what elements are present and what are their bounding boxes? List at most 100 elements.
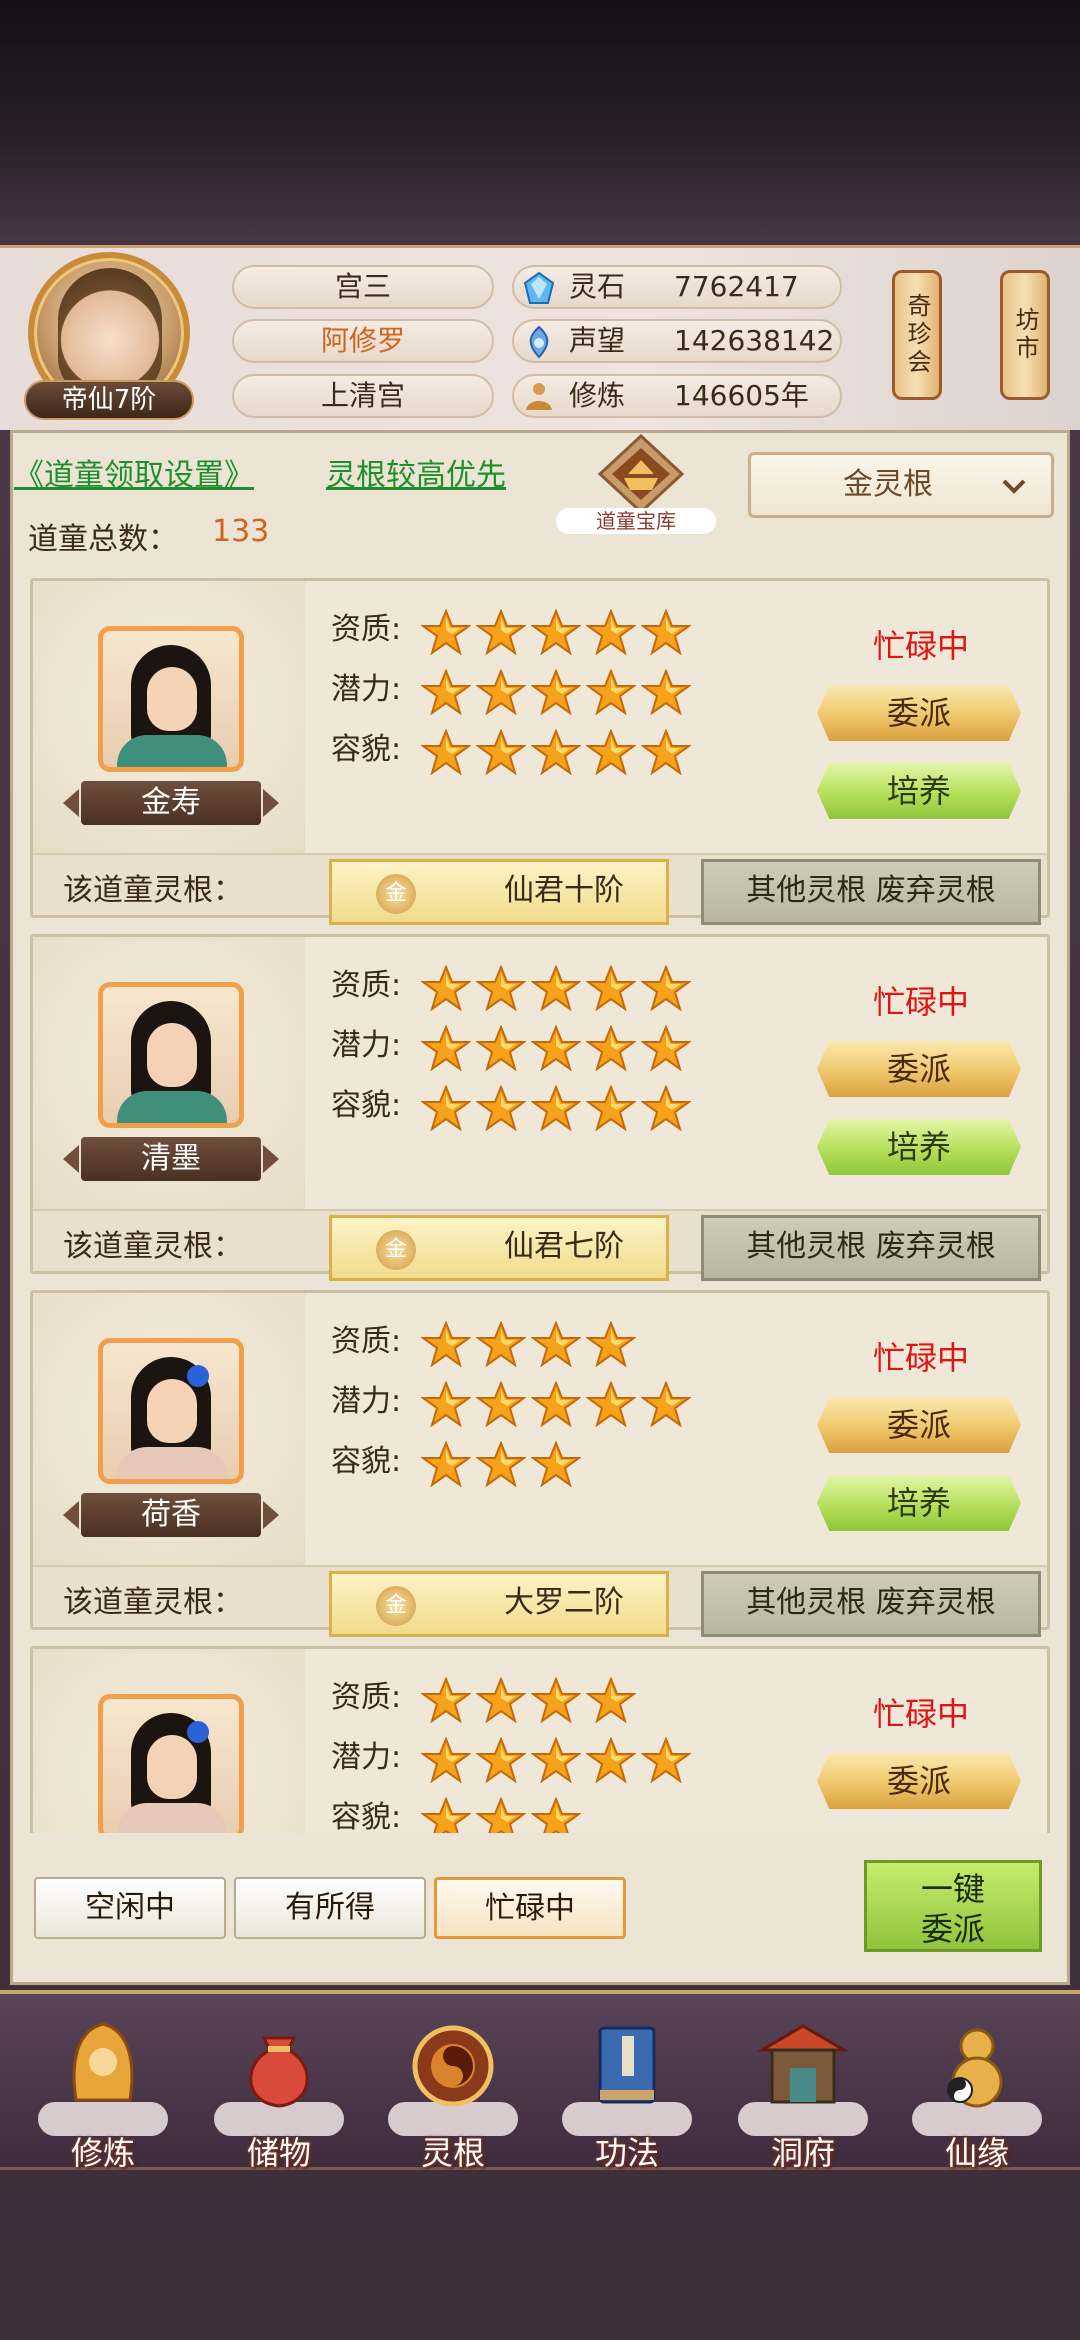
looks-stars (421, 1441, 586, 1487)
player-name: 宫三 (232, 265, 494, 309)
filter-idle-tab[interactable]: 空闲中 (34, 1877, 226, 1939)
disciple-portrait[interactable] (98, 982, 244, 1128)
disciple-portrait[interactable] (98, 1338, 244, 1484)
fortune-gourd-icon (947, 2028, 1003, 2108)
root-filter-dropdown[interactable]: 金灵根 (748, 452, 1054, 518)
disciple-portrait[interactable] (98, 1694, 244, 1833)
root-filter-value: 金灵根 (843, 467, 933, 502)
star-icon (531, 1025, 581, 1071)
spirit-root-rank: 大罗二阶 (504, 1585, 624, 1620)
resource-reputation: 声望 142638142 (512, 319, 842, 363)
disciple-list[interactable]: 金寿 资质: 潜力: 容貌: 忙碌中 委派 培养 该道童灵根： 金 仙君十阶 其… (22, 568, 1058, 1833)
spirit-root-rank: 仙君七阶 (504, 1229, 624, 1264)
spirit-root-bar: 该道童灵根： 金 大罗二阶 其他灵根 废弃灵根 (33, 1565, 1047, 1637)
status-badge: 忙碌中 (873, 1695, 970, 1733)
other-roots-button[interactable]: 其他灵根 废弃灵根 (701, 1571, 1041, 1637)
assign-button[interactable]: 委派 (817, 685, 1021, 741)
potential-label: 潜力: (331, 1384, 402, 1419)
star-icon (421, 965, 471, 1011)
star-icon (531, 1737, 581, 1783)
nav-cave-mansion[interactable]: 洞府 (728, 2020, 878, 2172)
technique-book-icon (598, 2026, 656, 2104)
spirit-root-level: 金 仙君七阶 (329, 1215, 669, 1281)
assign-button[interactable]: 委派 (817, 1397, 1021, 1453)
one-key-assign-button[interactable]: 一键 委派 (864, 1860, 1042, 1952)
assign-button[interactable]: 委派 (817, 1753, 1021, 1809)
aptitude-row: 资质: (331, 1317, 636, 1367)
nav-technique[interactable]: 功法 (552, 2020, 702, 2172)
potential-stars (421, 1381, 696, 1427)
disciple-portrait[interactable] (98, 626, 244, 772)
star-icon (641, 965, 691, 1011)
aptitude-row: 资质: (331, 961, 691, 1011)
nav-label: 修炼 (70, 2134, 135, 2172)
nav-fortune[interactable]: 仙缘 (902, 2020, 1052, 2172)
potential-label: 潜力: (331, 1740, 402, 1775)
star-icon (586, 1737, 636, 1783)
aptitude-label: 资质: (331, 612, 402, 647)
star-icon (476, 1737, 526, 1783)
star-icon (641, 729, 691, 775)
total-label: 道童总数： (28, 522, 178, 557)
star-icon (586, 1085, 636, 1131)
spirit-root-bar: 该道童灵根： 金 仙君七阶 其他灵根 废弃灵根 (33, 1209, 1047, 1281)
looks-stars (421, 729, 696, 775)
filter-rewards-tab[interactable]: 有所得 (234, 1877, 426, 1939)
potential-label: 潜力: (331, 1028, 402, 1063)
resource-label: 声望 (569, 324, 626, 357)
star-icon (531, 965, 581, 1011)
looks-row: 容貌: (331, 725, 691, 775)
treasury-icon[interactable] (596, 434, 686, 514)
aptitude-stars (421, 965, 696, 1011)
resource-value: 142638142 (674, 324, 835, 357)
treasury-label[interactable]: 道童宝库 (556, 508, 716, 534)
market-button[interactable]: 坊市 (1000, 270, 1050, 400)
aptitude-label: 资质: (331, 968, 402, 1003)
assign-button[interactable]: 委派 (817, 1041, 1021, 1097)
resource-cultivation: 修炼 146605年 (512, 374, 842, 418)
star-icon (421, 1321, 471, 1367)
star-icon (476, 965, 526, 1011)
star-icon (586, 1025, 636, 1071)
nav-storage[interactable]: 储物 (204, 2020, 354, 2172)
nav-label: 仙缘 (944, 2134, 1009, 2172)
looks-label: 容貌: (331, 732, 402, 767)
disciple-name: 金寿 (63, 781, 279, 825)
potential-row: 潜力: (331, 1021, 691, 1071)
filter-busy-tab[interactable]: 忙碌中 (434, 1877, 626, 1939)
train-button[interactable]: 培养 (817, 763, 1021, 819)
storage-bag-icon (249, 2036, 309, 2108)
cultivate-icon (72, 2022, 134, 2102)
resource-label: 灵石 (569, 270, 626, 303)
potential-stars (421, 1737, 696, 1783)
star-icon (531, 1085, 581, 1131)
priority-link[interactable]: 灵根较高优先 (326, 450, 506, 494)
potential-stars (421, 669, 696, 715)
nav-label: 功法 (594, 2134, 659, 2172)
spirit-root-level: 金 仙君十阶 (329, 859, 669, 925)
looks-label: 容貌: (331, 1088, 402, 1123)
aptitude-stars (421, 1677, 641, 1723)
looks-stars (421, 1085, 696, 1131)
other-roots-button[interactable]: 其他灵根 废弃灵根 (701, 1215, 1041, 1281)
spirit-root-label: 该道童灵根： (63, 1229, 243, 1264)
claim-settings-link[interactable]: 《道童领取设置》 (14, 450, 254, 494)
resource-value: 146605年 (674, 379, 809, 412)
cultivation-icon (526, 383, 552, 410)
star-icon (476, 1441, 526, 1487)
train-button[interactable]: 培养 (817, 1475, 1021, 1531)
star-icon (476, 609, 526, 655)
train-button[interactable]: 培养 (817, 1119, 1021, 1175)
star-icon (476, 1085, 526, 1131)
resource-spirit-stone: 灵石 7762417 (512, 265, 842, 309)
other-roots-button[interactable]: 其他灵根 废弃灵根 (701, 859, 1041, 925)
star-icon (641, 669, 691, 715)
star-icon (531, 609, 581, 655)
nav-label: 洞府 (770, 2134, 835, 2172)
treasure-fair-button[interactable]: 奇珍会 (892, 270, 942, 400)
nav-spirit-root[interactable]: 灵根 (378, 2020, 528, 2172)
nav-cultivate[interactable]: 修炼 (28, 2020, 178, 2172)
star-icon (586, 669, 636, 715)
star-icon (531, 1677, 581, 1723)
nav-label: 储物 (246, 2134, 311, 2172)
